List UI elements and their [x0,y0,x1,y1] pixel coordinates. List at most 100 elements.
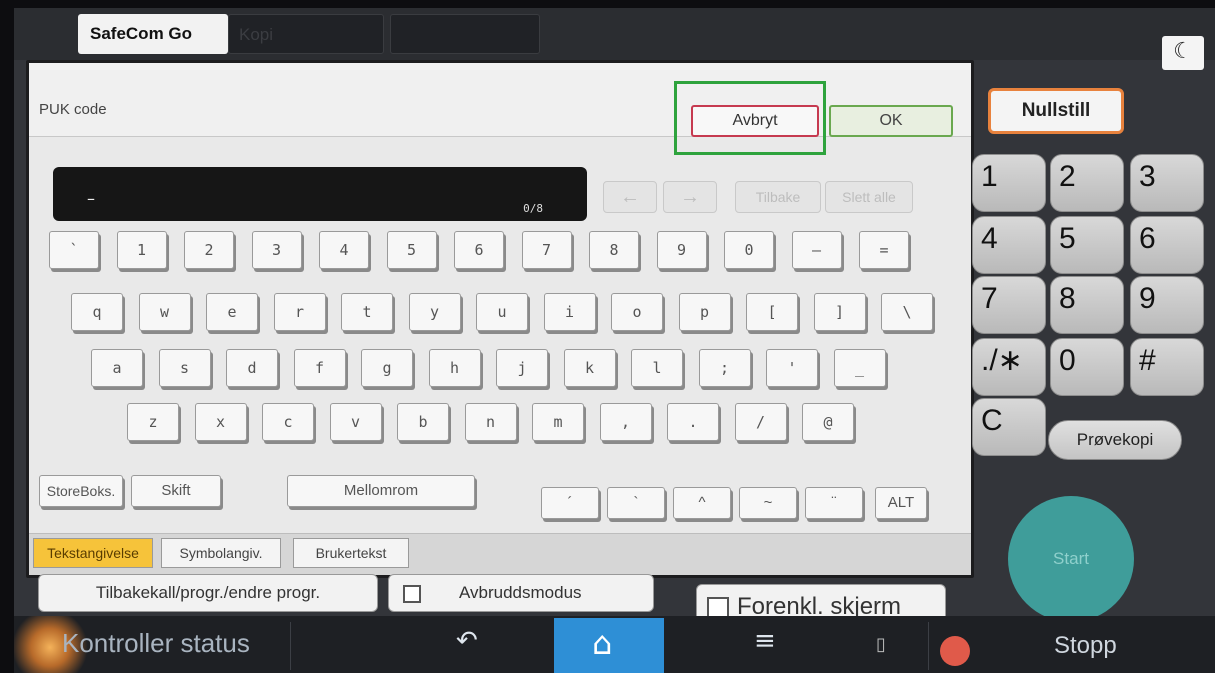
keyboard-key[interactable]: [ [746,293,798,331]
keyboard-key[interactable]: 8 [589,231,639,269]
keyboard-key[interactable]: k [563,349,616,387]
keyboard-key[interactable]: 4 [319,231,369,269]
recall-program-button[interactable]: Tilbakekall/progr./endre progr. [38,574,378,612]
keyboard-key[interactable]: / [734,403,787,441]
accent-key[interactable]: ` [607,487,665,519]
accent-key[interactable]: ~ [739,487,797,519]
keypad-key[interactable]: 6 [1130,216,1204,274]
checkbox-icon [403,584,421,603]
keypad-key[interactable]: 1 [972,154,1046,212]
keyboard-key[interactable]: z [127,403,179,441]
arrow-right-button[interactable]: → [663,181,717,213]
keyboard-key[interactable]: h [428,349,481,387]
ok-button[interactable]: OK [829,105,953,137]
reset-button[interactable]: Nullstill [988,88,1124,134]
accent-key[interactable]: ^ [673,487,731,519]
accent-key[interactable]: ´ [541,487,599,519]
stop-button[interactable]: Stopp [1054,632,1117,660]
back-button[interactable]: Tilbake [735,181,821,213]
keypad-key[interactable]: 2 [1050,154,1124,212]
start-button[interactable]: Start [1008,496,1134,622]
menu-icon[interactable]: ≡ [754,626,776,656]
keyboard-key[interactable]: 7 [521,231,572,269]
char-counter: 0/8 [523,202,543,215]
keyboard-key[interactable]: l [631,349,683,387]
keyboard-key[interactable]: n [464,403,517,441]
keyboard-key[interactable]: 2 [184,231,234,269]
keyboard-key[interactable]: ; [698,349,751,387]
tab-kopi[interactable]: Kopi [228,14,384,54]
keypad-key[interactable]: 8 [1050,276,1124,334]
stop-icon[interactable] [940,636,970,666]
tab-safecom-go[interactable]: SafeCom Go [78,14,228,54]
keyboard-key[interactable]: 3 [251,231,302,269]
keyboard-key[interactable]: o [611,293,663,331]
keyboard-key[interactable]: – [791,231,842,269]
keyboard-key[interactable]: 0 [724,231,774,269]
home-button[interactable]: ⌂ [554,618,664,673]
keyboard-key[interactable]: p [678,293,731,331]
keyboard-key[interactable]: 9 [656,231,707,269]
keyboard-key[interactable]: y [408,293,461,331]
keyboard-key[interactable]: @ [802,403,854,441]
keyboard-key[interactable]: \ [881,293,933,331]
keyboard-key[interactable]: r [273,293,326,331]
keyboard-key[interactable]: i [543,293,596,331]
input-mode-bar: Tekstangivelse Symbolangiv. Brukertekst [29,533,971,575]
keyboard-key[interactable]: b [397,403,449,441]
keyboard-key[interactable]: w [138,293,191,331]
interrupt-mode-button[interactable]: Avbruddsmodus [388,574,654,612]
moon-icon[interactable]: ☾ [1162,36,1204,70]
caps-lock-button[interactable]: StoreBoks. [39,475,123,507]
keyboard-key[interactable]: t [341,293,393,331]
keyboard-key[interactable]: ] [813,293,866,331]
alt-button[interactable]: ALT [875,487,927,519]
keyboard-key[interactable]: c [262,403,314,441]
status-bar: Kontroller status ↶ ⌂ ≡ ▯ Stopp [14,616,1215,673]
keyboard-key[interactable]: . [667,403,719,441]
keyboard-key[interactable]: u [476,293,528,331]
keyboard-key[interactable]: q [71,293,123,331]
puk-entry-dialog: PUK code Avbryt OK – 0/8 ← → Tilbake Sle… [26,60,974,578]
check-status-button[interactable]: Kontroller status [62,628,250,659]
keyboard-key[interactable]: ` [49,231,99,269]
keypad-key[interactable]: 7 [972,276,1046,334]
keypad-key[interactable]: 0 [1050,338,1124,396]
arrow-left-button[interactable]: ← [603,181,657,213]
clear-all-button[interactable]: Slett alle [825,181,913,213]
keyboard-key[interactable]: s [158,349,211,387]
tab-symbol-input[interactable]: Symbolangiv. [161,538,281,568]
keypad-key[interactable]: 5 [1050,216,1124,274]
keyboard-key[interactable]: f [293,349,346,387]
keyboard-key[interactable]: e [206,293,258,331]
keyboard-key[interactable]: , [599,403,652,441]
keyboard-key[interactable]: 5 [386,231,437,269]
keyboard-key[interactable]: _ [833,349,886,387]
keyboard-key[interactable]: j [496,349,548,387]
sample-copy-button[interactable]: Prøvekopi [1048,420,1182,460]
keypad-key[interactable]: # [1130,338,1204,396]
tab-user-text[interactable]: Brukertekst [293,538,409,568]
keypad-key[interactable]: C [972,398,1046,456]
keyboard-key[interactable]: ' [766,349,818,387]
space-button[interactable]: Mellomrom [287,475,475,507]
keyboard-key[interactable]: d [226,349,278,387]
keyboard-key[interactable]: x [194,403,247,441]
tab-text-input[interactable]: Tekstangivelse [33,538,153,568]
accent-key[interactable]: ¨ [805,487,863,519]
keyboard-key[interactable]: a [91,349,143,387]
keypad-key[interactable]: 9 [1130,276,1204,334]
keyboard-key[interactable]: g [361,349,413,387]
keyboard-key[interactable]: 1 [116,231,167,269]
keyboard-key[interactable]: 6 [454,231,504,269]
shift-button[interactable]: Skift [131,475,221,507]
keypad-key[interactable]: ./∗ [972,338,1046,396]
keypad-key[interactable]: 4 [972,216,1046,274]
keyboard-key[interactable]: v [329,403,382,441]
keyboard-key[interactable]: = [859,231,909,269]
keyboard-key[interactable]: m [532,403,584,441]
tab-empty[interactable] [390,14,540,54]
puk-input-field[interactable]: – 0/8 [53,167,587,221]
back-icon[interactable]: ↶ [456,626,478,656]
keypad-key[interactable]: 3 [1130,154,1204,212]
